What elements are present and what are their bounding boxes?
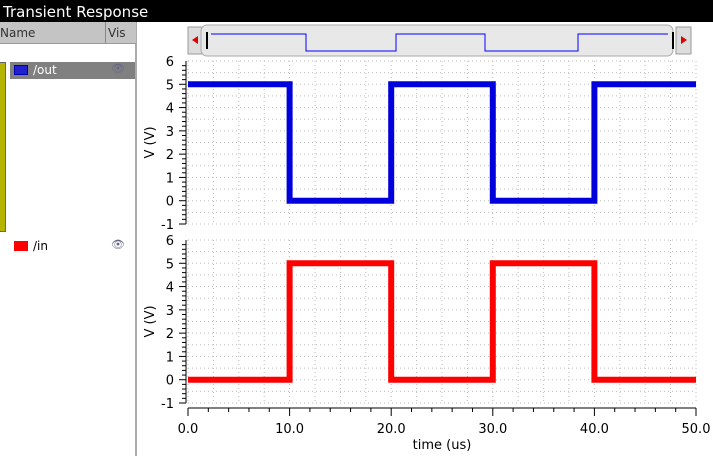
signal-item-out[interactable]: /out 👁 [10, 62, 135, 79]
y-tick-label: 1 [166, 350, 174, 365]
y-tick-label: 0 [166, 195, 174, 210]
y-tick-label: -1 [161, 218, 174, 233]
signal-item-in[interactable]: /in 👁 [10, 238, 135, 255]
y-tick-label: 6 [166, 55, 174, 70]
waveform-area[interactable]: -1 0 1 2 3 4 5 6 V (V) -1 0 1 2 3 4 5 6 V (V) 0.0 10.0 20.0 3… [139, 22, 713, 456]
x-tick-label: 50.0 [682, 422, 711, 437]
y-tick-label: 3 [166, 125, 174, 140]
x-tick-label: 0.0 [178, 422, 199, 437]
column-vis-header[interactable]: Vis [105, 22, 126, 43]
y-tick-label: 3 [166, 304, 174, 319]
y-tick-label: 4 [166, 102, 174, 117]
color-swatch [14, 65, 28, 75]
x-tick-label: 20.0 [377, 422, 406, 437]
y-tick-label: 4 [166, 281, 174, 296]
y-tick-label: 1 [166, 171, 174, 186]
y-axis-label: V (V) [143, 126, 158, 158]
color-swatch [14, 241, 28, 251]
signal-name: /out [33, 63, 57, 77]
y-tick-label: 6 [166, 234, 174, 249]
window-title: Transient Response [0, 0, 713, 22]
signal-list-panel: Name Vis /out 👁 /in 👁 [0, 22, 137, 456]
eye-icon[interactable]: 👁 [111, 62, 125, 75]
x-tick-label: 10.0 [275, 422, 304, 437]
overview-scrollbar[interactable] [187, 24, 692, 57]
signal-name: /in [33, 239, 48, 253]
column-name-header[interactable]: Name [0, 26, 35, 40]
x-tick-label: 40.0 [580, 422, 609, 437]
x-axis-label: time (us) [413, 438, 472, 453]
y-axis-label: V (V) [143, 305, 158, 337]
y-tick-label: 5 [166, 257, 174, 272]
strip-group-marker[interactable] [0, 62, 6, 232]
y-tick-label: 5 [166, 78, 174, 93]
y-tick-label: -1 [161, 397, 174, 412]
x-tick-label: 30.0 [478, 422, 507, 437]
signal-list-header: Name Vis [0, 22, 136, 44]
y-tick-label: 2 [166, 327, 174, 342]
eye-icon[interactable]: 👁 [111, 238, 125, 251]
y-tick-label: 0 [166, 374, 174, 389]
y-tick-label: 2 [166, 148, 174, 163]
